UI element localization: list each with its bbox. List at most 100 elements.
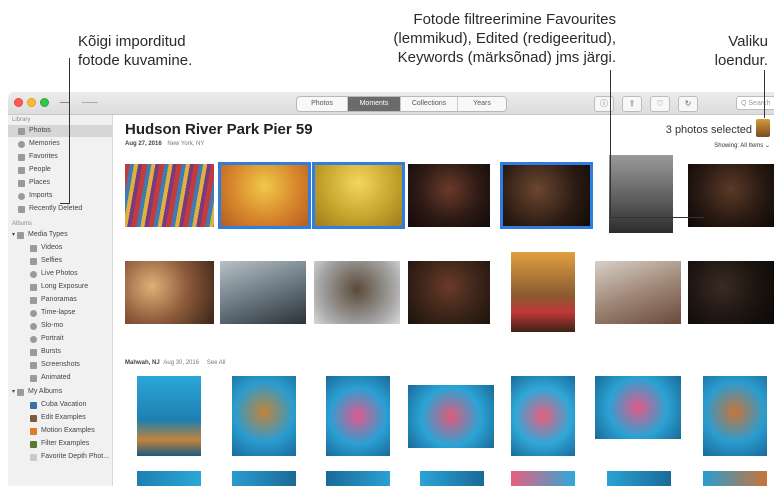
sidebar-item-cuba-vacation[interactable]: Cuba Vacation (30, 399, 86, 411)
favorite-button[interactable]: ♡ (650, 96, 670, 112)
photo-thumbnail[interactable] (408, 385, 494, 448)
close-window-button[interactable] (14, 98, 23, 107)
sidebar-item-filter-examples[interactable]: Filter Examples (30, 438, 89, 450)
moment2-header: Mahwah, NJ Aug 30, 2016 See All (125, 360, 225, 366)
share-button[interactable]: ⇪ (622, 96, 642, 112)
see-all-link[interactable]: See All (207, 360, 226, 366)
photo-thumbnail[interactable] (232, 376, 296, 456)
screenshot-icon (30, 361, 37, 369)
photo-thumbnail[interactable] (232, 471, 296, 486)
callout-count-line2: loendur. (714, 52, 768, 69)
photo-thumbnail[interactable] (703, 471, 767, 486)
photo-thumbnail[interactable] (595, 261, 681, 324)
sidebar-item-label: Selfies (41, 257, 63, 264)
sidebar-item-media-types[interactable]: ▾ Media Types (12, 229, 68, 241)
live-photo-icon (30, 270, 37, 278)
photo-thumbnail[interactable] (125, 261, 214, 324)
photo-thumbnail-selected[interactable] (312, 162, 405, 229)
sidebar-item-animated[interactable]: Animated (30, 372, 71, 384)
photo-thumbnail[interactable] (326, 471, 390, 486)
callout-filter-line2: (lemmikud), Edited (redigeeritud), (393, 30, 616, 47)
photo-thumbnail[interactable] (408, 261, 490, 324)
sidebar-item-favorites[interactable]: Favorites (18, 151, 58, 163)
photo-thumbnail[interactable] (609, 155, 673, 233)
folder-icon (17, 231, 25, 239)
view-tabs: Photos Moments Collections Years (296, 96, 507, 112)
showing-filter-menu[interactable]: Showing: All Items ⌄ (714, 142, 770, 149)
sidebar-item-imports[interactable]: Imports (18, 190, 52, 202)
sidebar-item-favorite-depth[interactable]: Favorite Depth Phot... (30, 451, 109, 463)
sidebar-item-label: Media Types (28, 231, 68, 238)
moment-date: Aug 27, 2016 (125, 141, 162, 147)
photo-thumbnail[interactable] (125, 164, 214, 227)
callout-filter-line1: Fotode filtreerimine Favourites (413, 11, 616, 28)
back-forward-icon[interactable] (82, 102, 98, 103)
moment-subtitle: Aug 27, 2016 New York, NY (125, 141, 204, 147)
sidebar-item-label: My Albums (28, 388, 63, 395)
sidebar-item-panoramas[interactable]: Panoramas (30, 294, 77, 306)
callout-imports-line2: fotode kuvamine. (78, 52, 193, 69)
sidebar-item-label: Edit Examples (41, 414, 86, 421)
sidebar-item-motion-examples[interactable]: Motion Examples (30, 425, 95, 437)
tab-moments[interactable]: Moments (348, 97, 401, 111)
sidebar-item-selfies[interactable]: Selfies (30, 255, 62, 267)
photo-thumbnail-selected[interactable] (500, 162, 593, 229)
chevron-down-icon: ⌄ (764, 143, 770, 149)
sidebar-item-screenshots[interactable]: Screenshots (30, 359, 80, 371)
sidebar-item-photos[interactable]: Photos (8, 125, 112, 137)
sidebar-item-memories[interactable]: Memories (18, 138, 60, 150)
sidebar-item-my-albums[interactable]: ▾ My Albums (12, 386, 62, 398)
info-button[interactable]: ⓘ (594, 96, 614, 112)
photo-thumbnail[interactable] (511, 471, 575, 486)
tab-collections[interactable]: Collections (401, 97, 458, 111)
minimize-window-button[interactable] (27, 98, 36, 107)
leader-line-count-vertical (764, 70, 765, 118)
time-lapse-icon (30, 309, 37, 317)
sidebar-item-slo-mo[interactable]: Slo-mo (30, 320, 63, 332)
sidebar-item-long-exposure[interactable]: Long Exposure (30, 281, 88, 293)
photo-thumbnail[interactable] (408, 164, 490, 227)
photo-thumbnail[interactable] (137, 471, 201, 486)
sidebar-item-label: Time-lapse (41, 309, 76, 316)
moment-location[interactable]: New York, NY (167, 141, 204, 147)
sidebar-item-label: Motion Examples (41, 427, 95, 434)
sidebar-item-places[interactable]: Places (18, 177, 50, 189)
sidebar-item-edit-examples[interactable]: Edit Examples (30, 412, 86, 424)
clock-icon (18, 192, 25, 200)
sidebar-item-time-lapse[interactable]: Time-lapse (30, 307, 75, 319)
burst-icon (30, 348, 37, 356)
sidebar-item-portrait[interactable]: Portrait (30, 333, 64, 345)
photo-thumbnail[interactable] (137, 376, 201, 456)
album-thumbnail-icon (30, 440, 37, 448)
photo-thumbnail[interactable] (511, 252, 575, 332)
disclosure-triangle-icon[interactable]: ▾ (12, 229, 15, 241)
photo-thumbnail[interactable] (595, 376, 681, 439)
portrait-icon (30, 335, 37, 343)
zoom-window-button[interactable] (40, 98, 49, 107)
selection-avatar (756, 119, 770, 137)
photo-thumbnail[interactable] (326, 376, 390, 456)
tab-years[interactable]: Years (458, 97, 506, 111)
search-input[interactable]: Q Search (736, 96, 774, 110)
sidebar-item-label: People (29, 166, 51, 173)
photo-thumbnail[interactable] (607, 471, 671, 486)
sidebar-item-label: Long Exposure (41, 283, 89, 290)
photo-thumbnail[interactable] (703, 376, 767, 456)
photo-thumbnail[interactable] (511, 376, 575, 456)
sidebar-item-bursts[interactable]: Bursts (30, 346, 61, 358)
callout-count-line1: Valiku (728, 33, 768, 50)
disclosure-triangle-icon[interactable]: ▾ (12, 386, 15, 398)
tab-photos[interactable]: Photos (297, 97, 348, 111)
sidebar-item-live-photos[interactable]: Live Photos (30, 268, 78, 280)
photo-thumbnail[interactable] (220, 261, 306, 324)
photo-thumbnail[interactable] (314, 261, 400, 324)
photo-thumbnail[interactable] (688, 261, 774, 324)
photo-thumbnail[interactable] (420, 471, 484, 486)
rotate-button[interactable]: ↻ (678, 96, 698, 112)
library-heading: Library (12, 117, 31, 123)
sidebar-item-videos[interactable]: Videos (30, 242, 62, 254)
sidebar-item-people[interactable]: People (18, 164, 51, 176)
sidebar-item-recently-deleted[interactable]: Recently Deleted (18, 203, 82, 215)
moment2-date: Aug 30, 2016 (163, 360, 200, 366)
photo-thumbnail-selected[interactable] (218, 162, 311, 229)
